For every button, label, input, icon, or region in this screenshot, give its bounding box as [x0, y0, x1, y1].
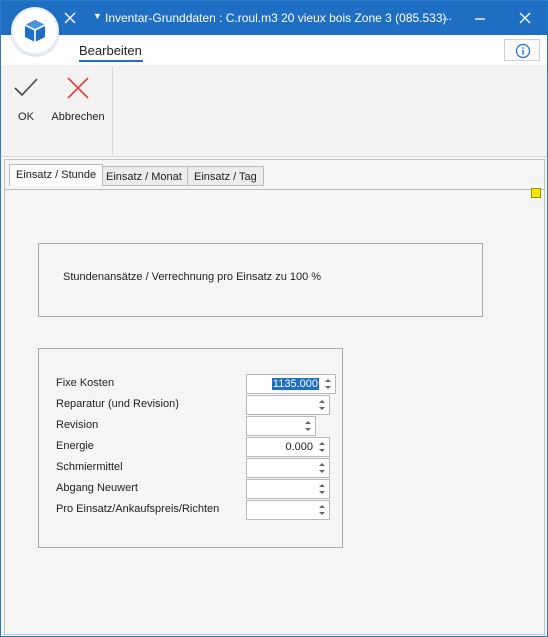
spin-arrows-icon[interactable]: [317, 460, 327, 476]
field-label: Revision: [56, 419, 99, 431]
form-row-revision: Revision: [39, 416, 342, 436]
status-indicator: [531, 188, 541, 198]
spin-arrows-icon[interactable]: [323, 376, 333, 392]
ribbon-tab-strip: Bearbeiten: [1, 35, 547, 65]
field-label: Fixe Kosten: [56, 377, 115, 389]
pro-einsatz-input[interactable]: [246, 500, 330, 520]
field-label: Abgang Neuwert: [56, 482, 138, 494]
tab-einsatz-monat[interactable]: Einsatz / Monat: [99, 166, 189, 186]
app-logo[interactable]: [11, 7, 59, 55]
more-options-button[interactable]: ...: [442, 9, 452, 23]
title-bar: ▼ Inventar-Grunddaten : C.roul.m3 20 vie…: [1, 1, 547, 35]
field-label: Reparatur (und Revision): [56, 398, 179, 410]
tab-einsatz-tag[interactable]: Einsatz / Tag: [187, 166, 264, 186]
close-button[interactable]: [516, 9, 534, 27]
form-row-pro-einsatz: Pro Einsatz/Ankaufspreis/Richten: [39, 500, 342, 520]
form-row-reparatur: Reparatur (und Revision): [39, 395, 342, 415]
cancel-x-icon: [67, 77, 89, 99]
field-label: Energie: [56, 440, 94, 452]
info-icon: [515, 43, 531, 59]
content-area: Einsatz / Stunde Einsatz / Monat Einsatz…: [4, 159, 545, 635]
cost-form-panel: Fixe Kosten 1135.000 Reparatur (und Revi…: [38, 348, 343, 548]
form-row-abgang-neuwert: Abgang Neuwert: [39, 479, 342, 499]
spin-arrows-icon[interactable]: [303, 418, 313, 434]
ok-label: OK: [18, 111, 34, 123]
active-tab-underline: [79, 60, 143, 62]
schmiermittel-input[interactable]: [246, 458, 330, 478]
ribbon-tab-bearbeiten[interactable]: Bearbeiten: [79, 43, 142, 58]
spin-arrows-icon[interactable]: [317, 502, 327, 518]
info-text: Stundenansätze / Verrechnung pro Einsatz…: [63, 271, 322, 283]
info-panel: Stundenansätze / Verrechnung pro Einsatz…: [38, 243, 483, 317]
spin-arrows-icon[interactable]: [317, 481, 327, 497]
window-title: Inventar-Grunddaten : C.roul.m3 20 vieux…: [105, 11, 447, 25]
form-row-schmiermittel: Schmiermittel: [39, 458, 342, 478]
ribbon: OK Abbrechen: [1, 65, 547, 157]
ok-button[interactable]: OK: [11, 73, 41, 123]
field-value: 1135.000: [271, 378, 319, 390]
ribbon-group-separator: [112, 67, 113, 155]
close-document-icon[interactable]: [61, 9, 79, 27]
field-label: Schmiermittel: [56, 461, 123, 473]
revision-input[interactable]: [246, 416, 316, 436]
cancel-label: Abbrechen: [51, 111, 105, 123]
reparatur-input[interactable]: [246, 395, 330, 415]
spin-arrows-icon[interactable]: [317, 439, 327, 455]
spin-arrows-icon[interactable]: [317, 397, 327, 413]
minimize-button[interactable]: [471, 9, 489, 27]
fixe-kosten-input[interactable]: 1135.000: [246, 374, 336, 394]
tab-einsatz-stunde[interactable]: Einsatz / Stunde: [9, 164, 104, 186]
checkmark-icon: [14, 78, 38, 97]
energie-input[interactable]: 0.000: [246, 437, 330, 457]
info-button[interactable]: [504, 39, 540, 61]
dropdown-caret-icon[interactable]: ▼: [93, 11, 102, 21]
abgang-neuwert-input[interactable]: [246, 479, 330, 499]
cancel-button[interactable]: Abbrechen: [50, 73, 106, 123]
form-row-fixe-kosten: Fixe Kosten 1135.000: [39, 374, 342, 394]
form-row-energie: Energie 0.000: [39, 437, 342, 457]
tab-underline: [5, 189, 544, 190]
field-label: Pro Einsatz/Ankaufspreis/Richten: [56, 503, 220, 515]
dialog-window: ▼ Inventar-Grunddaten : C.roul.m3 20 vie…: [0, 0, 548, 637]
cube-icon: [24, 20, 46, 42]
tab-strip: Einsatz / Stunde Einsatz / Monat Einsatz…: [5, 164, 544, 190]
field-value: 0.000: [285, 441, 313, 453]
